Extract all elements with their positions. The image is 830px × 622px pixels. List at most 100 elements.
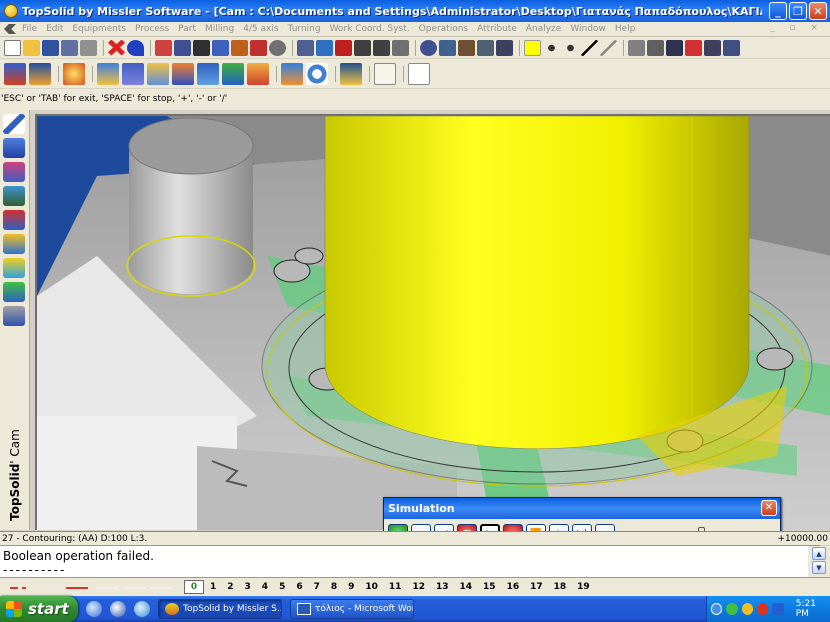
layer-10[interactable]: 10 [365, 582, 378, 592]
layer-16[interactable]: 16 [507, 582, 520, 592]
current-layer[interactable]: 0 [184, 580, 204, 594]
layer-17[interactable]: 17 [530, 582, 543, 592]
menu-attribute[interactable]: Attribute [477, 24, 517, 34]
vm-icon[interactable] [772, 603, 784, 615]
mold-icon[interactable] [3, 258, 25, 278]
layer-1[interactable]: 1 [210, 582, 216, 592]
layer-5[interactable]: 5 [279, 582, 285, 592]
layer-18[interactable]: 18 [554, 582, 567, 592]
taskbar-item-topsolid[interactable]: TopSolid by Missler S... [158, 599, 282, 619]
hint-icon[interactable] [392, 39, 409, 56]
axis-icon[interactable] [496, 39, 513, 56]
shape-icon[interactable] [3, 138, 25, 158]
menu-work-coord-syst[interactable]: Work Coord. Syst. [330, 24, 410, 34]
design-icon[interactable] [3, 162, 25, 182]
sketch-icon[interactable] [3, 114, 25, 134]
document-icon[interactable] [704, 39, 721, 56]
minimize-button[interactable]: _ [769, 2, 787, 20]
save-icon[interactable] [42, 39, 59, 56]
cut-icon[interactable] [250, 39, 267, 56]
mdi-window-controls[interactable]: _ ▫ × [770, 23, 824, 33]
view-sphere-icon[interactable] [269, 39, 286, 56]
surface-icon[interactable] [197, 62, 219, 85]
menu-edit[interactable]: Edit [46, 24, 63, 34]
simulation-icon[interactable] [281, 62, 303, 85]
grid-icon[interactable] [354, 39, 371, 56]
3d-viewport[interactable] [35, 114, 830, 530]
new-file-icon[interactable] [4, 39, 21, 56]
simulation-close-button[interactable]: ✕ [761, 500, 777, 516]
extra-icon[interactable] [723, 39, 740, 56]
color-picker-icon[interactable] [524, 39, 541, 56]
menu-4-5-axis[interactable]: 4/5 axis [243, 24, 278, 34]
menu-analyze[interactable]: Analyze [526, 24, 561, 34]
layer-list-icon[interactable] [647, 39, 664, 56]
machining-setup-icon[interactable] [4, 62, 26, 85]
message-scrollbar[interactable]: ▲ ▼ [808, 546, 830, 577]
undo-icon[interactable] [127, 39, 144, 56]
cam-mode-icon[interactable] [3, 210, 25, 230]
close-button[interactable]: ✕ [809, 2, 827, 20]
attribute-icon[interactable] [685, 39, 702, 56]
shield-icon[interactable] [741, 603, 754, 615]
library-icon[interactable] [666, 39, 683, 56]
point-style-icon[interactable] [548, 44, 555, 51]
material-icon[interactable] [231, 39, 248, 56]
layer-13[interactable]: 13 [436, 582, 449, 592]
wood-icon[interactable] [3, 306, 25, 326]
check-icon[interactable] [316, 39, 333, 56]
scroll-up-icon[interactable]: ▲ [812, 547, 826, 560]
menu-milling[interactable]: Milling [205, 24, 234, 34]
zoom-icon[interactable] [420, 39, 437, 56]
print-icon[interactable] [80, 39, 97, 56]
layer-14[interactable]: 14 [460, 582, 473, 592]
desktop-quicklaunch-icon[interactable] [134, 601, 150, 617]
facing-icon[interactable] [147, 62, 169, 85]
menu-operations[interactable]: Operations [419, 24, 468, 34]
menu-window[interactable]: Window [570, 24, 606, 34]
topsolid-app-icon[interactable] [4, 4, 18, 18]
layer-11[interactable]: 11 [389, 582, 402, 592]
contour-icon[interactable] [122, 62, 144, 85]
render-icon[interactable] [174, 39, 191, 56]
tool-icon[interactable] [212, 39, 229, 56]
report-icon[interactable] [374, 62, 396, 85]
finishing-icon[interactable] [222, 62, 244, 85]
verify-icon[interactable] [306, 62, 328, 85]
network-icon[interactable] [726, 603, 738, 615]
tray-arrow-icon[interactable] [711, 603, 723, 615]
toolpath-icon[interactable] [340, 62, 362, 85]
start-button[interactable]: start [0, 596, 78, 622]
layer-4[interactable]: 4 [262, 582, 268, 592]
stock-icon[interactable] [63, 62, 85, 85]
pocket-icon[interactable] [97, 62, 119, 85]
line-style-samples[interactable] [0, 578, 176, 597]
shading-icon[interactable] [155, 39, 172, 56]
taskbar-item-word[interactable]: τόλιος - Microsoft Word [290, 599, 414, 619]
layer-3[interactable]: 3 [245, 582, 251, 592]
properties-icon[interactable] [61, 39, 78, 56]
layer-8[interactable]: 8 [331, 582, 337, 592]
layer-6[interactable]: 6 [296, 582, 302, 592]
menu-turning[interactable]: Turning [288, 24, 321, 34]
delete-icon[interactable] [108, 39, 125, 56]
line-width-icon[interactable] [600, 39, 617, 56]
roughing-icon[interactable] [247, 62, 269, 85]
rotate-view-icon[interactable] [477, 39, 494, 56]
maximize-button[interactable]: ❐ [789, 2, 807, 20]
measure-icon[interactable] [297, 39, 314, 56]
pan-icon[interactable] [458, 39, 475, 56]
menu-help[interactable]: Help [615, 24, 636, 34]
layer-19[interactable]: 19 [577, 582, 590, 592]
layer-12[interactable]: 12 [412, 582, 425, 592]
media-quicklaunch-icon[interactable] [110, 601, 126, 617]
drilling-icon[interactable] [172, 62, 194, 85]
wireframe-icon[interactable] [193, 39, 210, 56]
electrode-icon[interactable] [3, 282, 25, 302]
ie-quicklaunch-icon[interactable] [86, 601, 102, 617]
security-alert-icon[interactable] [757, 603, 769, 615]
layer-9[interactable]: 9 [348, 582, 354, 592]
machine-icon[interactable] [29, 62, 51, 85]
line-style-icon[interactable] [581, 39, 598, 56]
draft-icon[interactable] [3, 234, 25, 254]
